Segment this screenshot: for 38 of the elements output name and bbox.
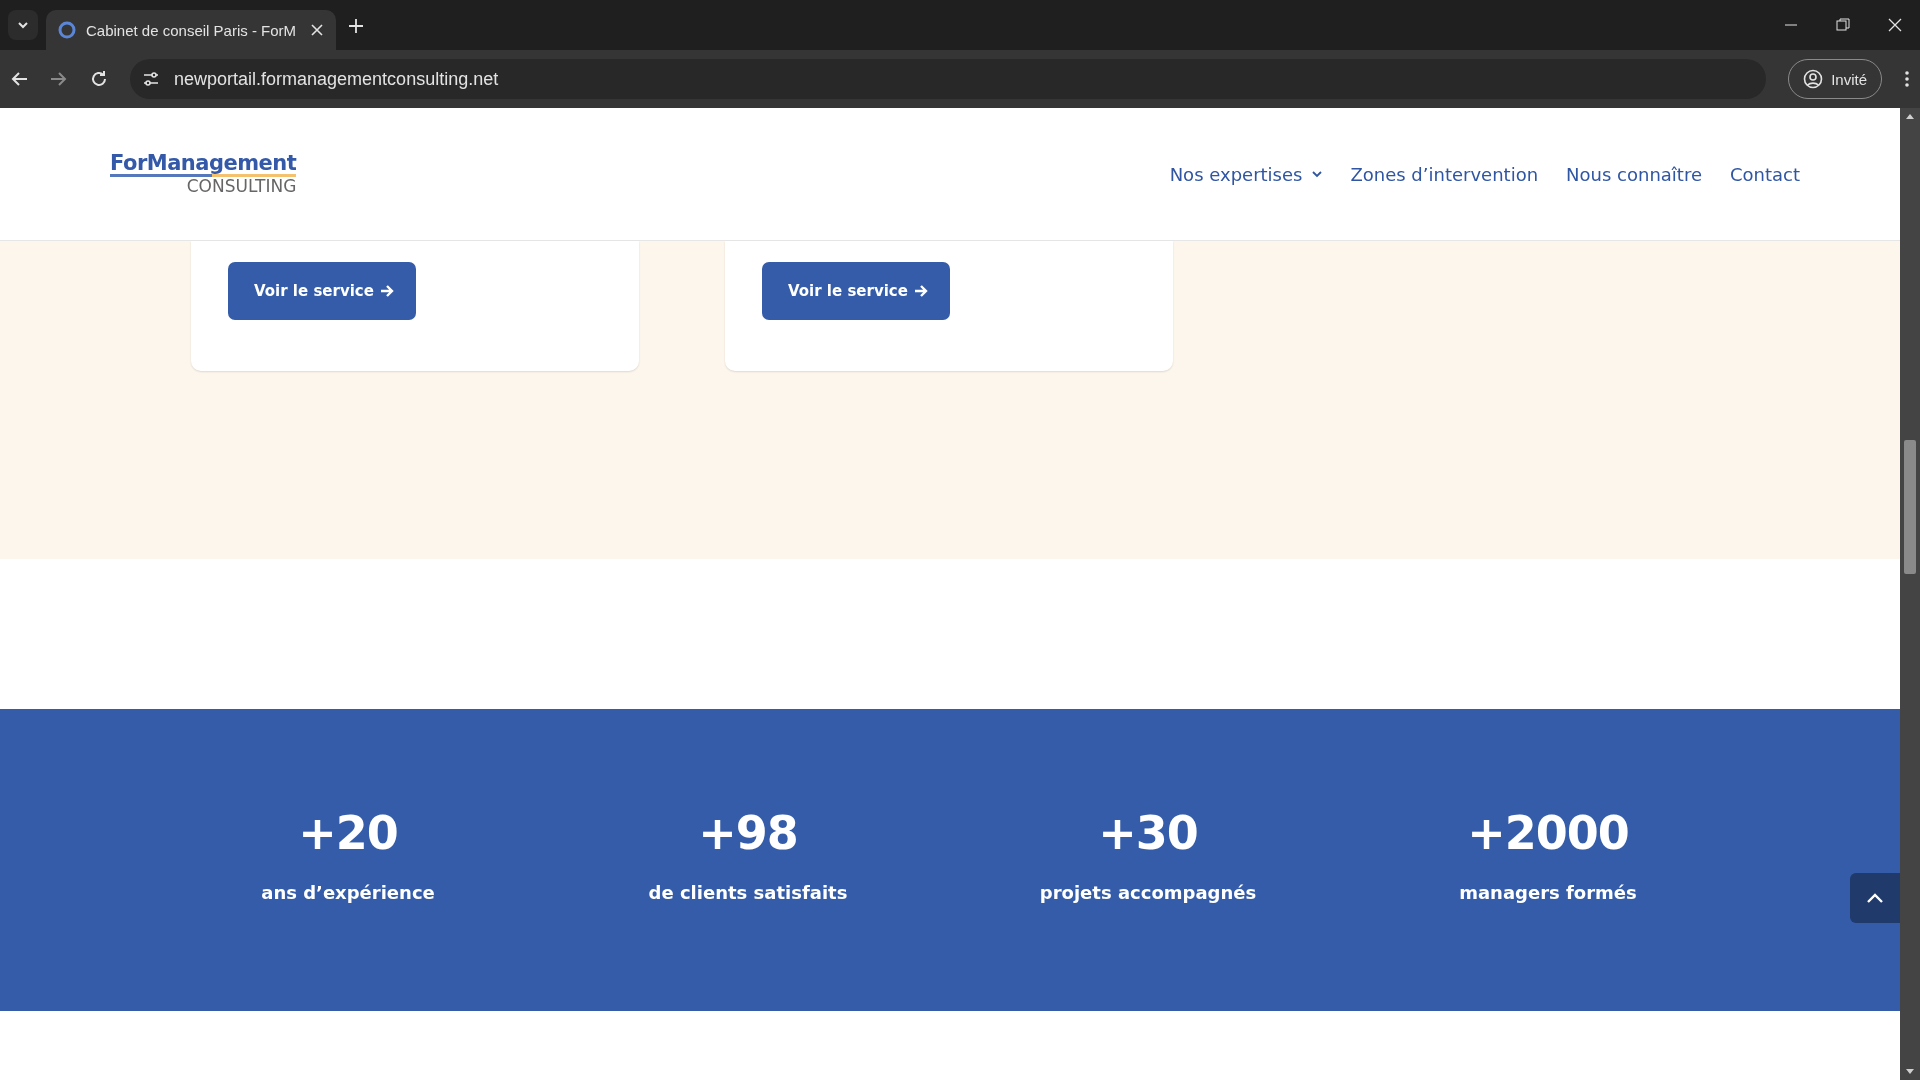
stat-label: projets accompagnés	[1039, 881, 1257, 903]
address-bar[interactable]: newportail.formanagementconsulting.net	[130, 59, 1767, 99]
stat-value: +20	[298, 805, 398, 860]
nav-link[interactable]: Nos expertises	[1169, 163, 1323, 185]
arrow-right-icon	[379, 284, 394, 298]
nav-link[interactable]: Zones d’intervention	[1350, 163, 1539, 185]
stat-value: +98	[698, 805, 798, 860]
scroll-down-icon[interactable]	[1905, 1068, 1915, 1076]
scrollbar-thumb[interactable]	[1904, 440, 1916, 574]
stat-value: +30	[1098, 805, 1198, 860]
chevron-down-icon	[1312, 170, 1323, 178]
scroll-up-icon[interactable]	[1905, 112, 1915, 120]
browser-tab[interactable]: Cabinet de conseil Paris - ForM	[46, 10, 336, 50]
stat-label: de clients satisfaits	[648, 881, 848, 903]
menu-icon[interactable]	[1904, 70, 1910, 88]
nav-link[interactable]: Nous connaître	[1566, 163, 1702, 185]
stat-label: ans d’expérience	[261, 881, 435, 903]
tab-list-button[interactable]	[8, 10, 38, 40]
chevron-up-icon[interactable]	[1866, 891, 1884, 905]
close-icon[interactable]	[310, 23, 324, 37]
stat-label: managers formés	[1459, 881, 1637, 903]
arrow-right-icon	[913, 284, 928, 298]
new-tab-icon[interactable]	[348, 18, 364, 34]
scrollbar[interactable]	[1900, 108, 1920, 1080]
nav-link[interactable]: Contact	[1729, 163, 1800, 185]
restore-icon[interactable]	[1836, 18, 1850, 32]
back-icon[interactable]	[10, 70, 28, 88]
site-settings-icon[interactable]	[142, 70, 160, 88]
site-logo[interactable]: ForManagement CONSULTING	[110, 152, 297, 196]
close-icon[interactable]	[1888, 18, 1902, 32]
service-button[interactable]: Voir le service	[228, 262, 416, 320]
caret-icon[interactable]	[16, 19, 30, 31]
person-icon[interactable]	[1803, 69, 1824, 89]
stat-value: +2000	[1467, 805, 1629, 860]
tab-title: Cabinet de conseil Paris - ForM	[86, 21, 298, 39]
service-button[interactable]: Voir le service	[762, 262, 950, 320]
forward-icon[interactable]	[50, 70, 68, 88]
reload-icon[interactable]	[90, 70, 108, 88]
